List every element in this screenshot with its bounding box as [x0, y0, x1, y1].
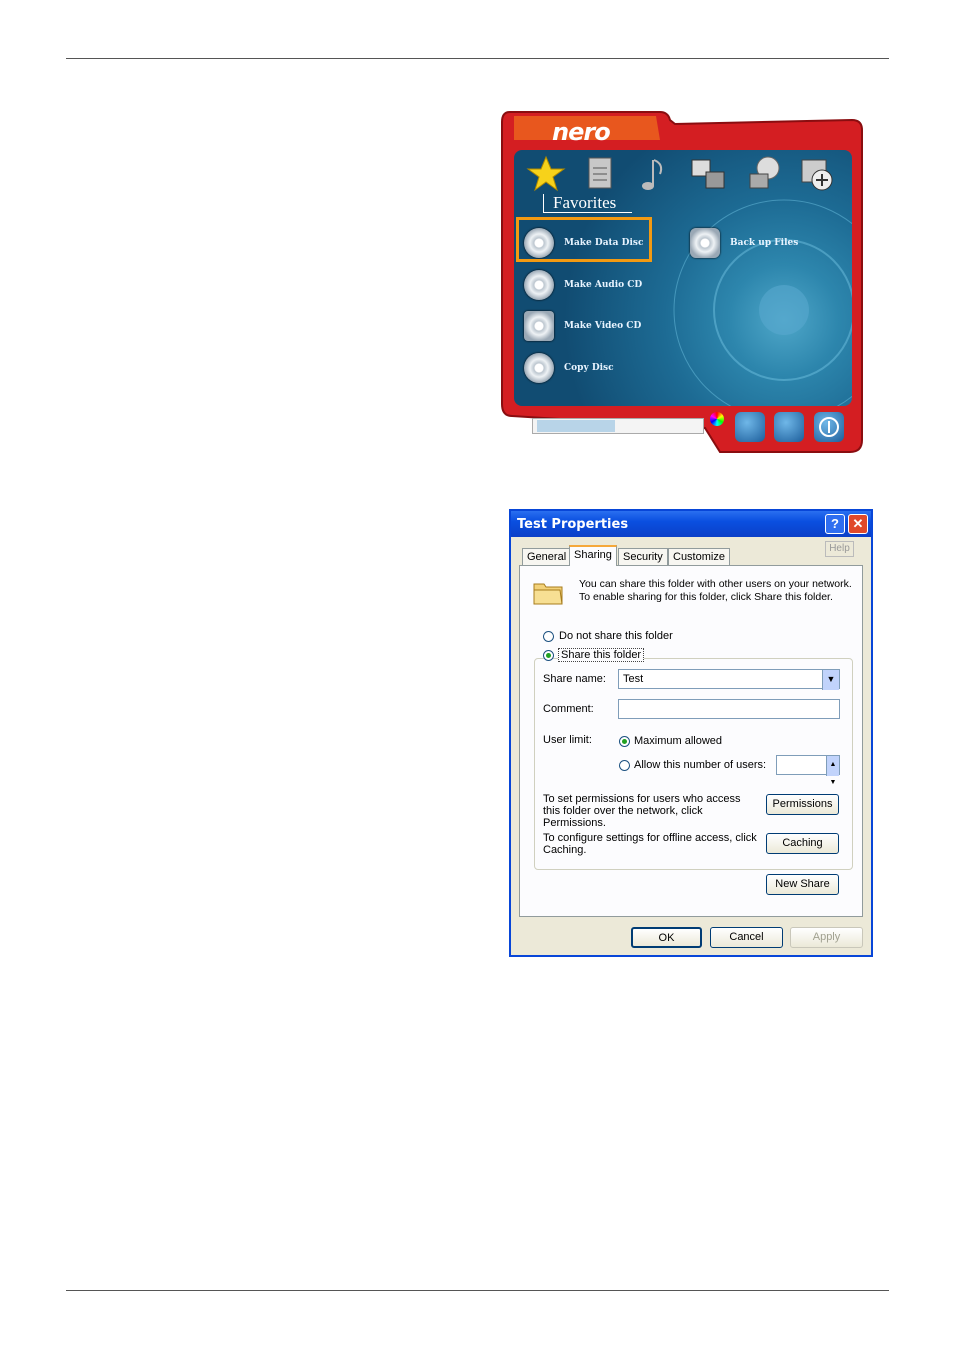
copy-disc-icon[interactable]: [744, 154, 784, 194]
allow-users-label[interactable]: Allow this number of users:: [634, 759, 766, 771]
scroll-thumb[interactable]: [537, 420, 615, 432]
tab-sharing[interactable]: Sharing: [569, 545, 617, 566]
permissions-button[interactable]: Permissions: [766, 794, 839, 815]
selection-highlight: [516, 217, 652, 262]
toolbox-button[interactable]: [733, 410, 767, 444]
test-properties-dialog: Test Properties ? ✕ Help General Sharing…: [509, 509, 873, 957]
ok-button[interactable]: OK: [631, 927, 702, 948]
make-audio-cd-item[interactable]: Make Audio CD: [524, 270, 642, 300]
nero-logo: nero: [552, 118, 611, 146]
tab-general[interactable]: General: [522, 548, 572, 565]
back-up-files-item[interactable]: Back up Files: [690, 228, 798, 258]
vcd-icon: [524, 311, 554, 341]
tab-security[interactable]: Security: [618, 548, 668, 565]
copy-disc-item[interactable]: Copy Disc: [524, 353, 614, 383]
maximum-allowed-radio[interactable]: [619, 736, 630, 747]
music-note-icon[interactable]: [634, 154, 674, 194]
share-folder-radio[interactable]: [543, 650, 554, 661]
disc-background-graphic: [673, 199, 852, 406]
user-count-spinner[interactable]: ▲ ▼: [776, 755, 840, 786]
apply-button[interactable]: Apply: [790, 927, 863, 948]
comment-label: Comment:: [543, 703, 594, 715]
user-limit-label: User limit:: [543, 734, 592, 746]
maximum-allowed-label[interactable]: Maximum allowed: [634, 735, 722, 747]
caching-text: To configure settings for offline access…: [543, 832, 757, 856]
comment-field[interactable]: [618, 699, 840, 719]
audio-cd-icon: [524, 270, 554, 300]
help-ghost-label: Help: [825, 541, 854, 557]
favorites-label: Favorites: [553, 193, 617, 212]
chevron-down-icon[interactable]: ▼: [822, 670, 839, 690]
spinner-arrows-icon[interactable]: ▲ ▼: [826, 756, 839, 786]
help-button[interactable]: ?: [825, 514, 845, 534]
info-icon: [819, 417, 839, 437]
intro-text: You can share this folder with other use…: [579, 578, 852, 603]
do-not-share-label[interactable]: Do not share this folder: [559, 630, 673, 642]
item-label: Copy Disc: [564, 363, 614, 373]
make-video-cd-item[interactable]: Make Video CD: [524, 311, 641, 341]
close-button[interactable]: ✕: [848, 514, 868, 534]
share-name-label: Share name:: [543, 673, 606, 685]
help-circle-button[interactable]: [812, 410, 846, 444]
color-ball-icon[interactable]: [710, 412, 724, 426]
new-share-button[interactable]: New Share: [766, 874, 839, 895]
item-label: Make Video CD: [564, 321, 642, 331]
allow-users-radio[interactable]: [619, 760, 630, 771]
caching-button[interactable]: Caching: [766, 833, 839, 854]
item-label: Back up Files: [730, 238, 799, 248]
bottom-rule: [66, 1290, 889, 1291]
share-folder-label[interactable]: Share this folder: [558, 648, 645, 662]
cancel-button[interactable]: Cancel: [710, 927, 783, 948]
top-rule: [66, 58, 889, 59]
document-icon[interactable]: [580, 154, 620, 194]
do-not-share-radio[interactable]: [543, 631, 554, 642]
backup-icon: [690, 228, 720, 258]
add-icon[interactable]: [798, 154, 838, 194]
video-icon[interactable]: [688, 154, 728, 194]
nero-startsmart-window: nero Favorites Make Data Disc Make Audio…: [500, 110, 866, 456]
dialog-title: Test Properties: [517, 517, 629, 532]
title-bar[interactable]: Test Properties ? ✕: [511, 511, 871, 537]
share-name-value: Test: [623, 673, 644, 685]
item-label: Make Audio CD: [564, 280, 643, 290]
star-icon[interactable]: [526, 154, 566, 194]
permissions-text: To set permissions for users who access …: [543, 793, 741, 829]
applications-button[interactable]: [772, 410, 806, 444]
copy-disc-icon: [524, 353, 554, 383]
shared-folder-icon: [533, 583, 563, 605]
horizontal-scrollbar[interactable]: [532, 418, 704, 434]
share-name-combobox[interactable]: Test ▼: [618, 669, 840, 690]
tab-customize[interactable]: Customize: [668, 548, 730, 565]
sharing-panel: You can share this folder with other use…: [519, 565, 863, 917]
